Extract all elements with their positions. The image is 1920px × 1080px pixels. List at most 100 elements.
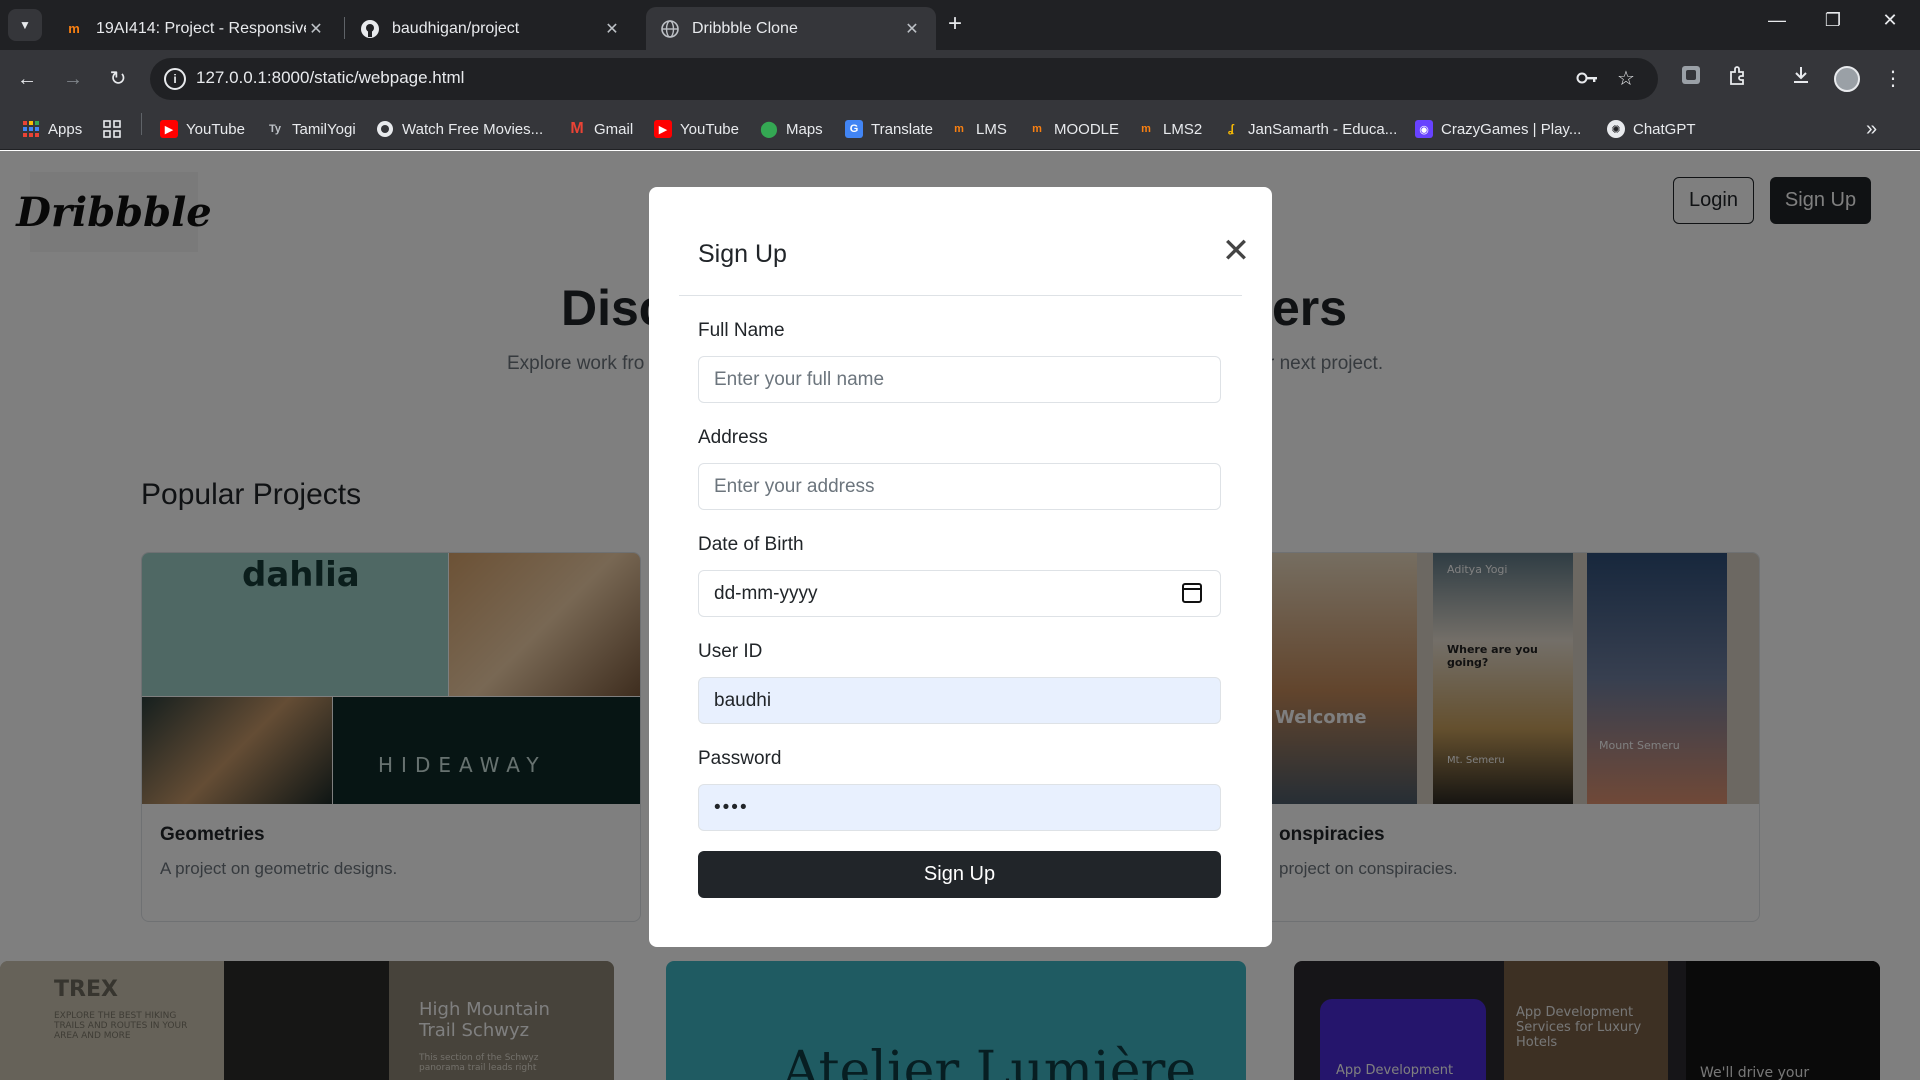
close-icon[interactable]: ✕ bbox=[902, 19, 922, 39]
bookmark-label: Watch Free Movies... bbox=[402, 120, 544, 138]
bookmark-label: MOODLE bbox=[1054, 120, 1120, 138]
tab-search-button[interactable]: ▼ bbox=[8, 9, 42, 41]
bookmark-maps[interactable]: ⬤ Maps bbox=[760, 118, 823, 140]
bookmark-label: Translate bbox=[871, 120, 933, 138]
bookmark-gmail[interactable]: M Gmail bbox=[568, 118, 633, 140]
close-icon[interactable]: ✕ bbox=[306, 19, 326, 39]
bookmark-tamilyogi[interactable]: Ty TamilYogi bbox=[266, 118, 356, 140]
github-icon bbox=[360, 19, 380, 39]
dob-input[interactable]: dd-mm-yyyy bbox=[698, 570, 1221, 617]
bookmark-lms2[interactable]: m LMS2 bbox=[1137, 118, 1202, 140]
moodle-icon: m bbox=[954, 123, 964, 135]
bookmark-label: TamilYogi bbox=[292, 120, 356, 138]
url-text: 127.0.0.1:8000/static/webpage.html bbox=[196, 68, 465, 87]
moodle-icon: m bbox=[68, 21, 80, 36]
bookmark-label: YouTube bbox=[680, 120, 739, 138]
address-placeholder: Enter your address bbox=[714, 475, 875, 497]
bookmark-jansamarth[interactable]: ʆ JanSamarth - Educa... bbox=[1222, 118, 1397, 140]
extension-puzzle-icon[interactable] bbox=[1676, 64, 1706, 94]
bookmark-youtube-2[interactable]: ▶ YouTube bbox=[654, 118, 739, 140]
bookmark-crazygames[interactable]: ◉ CrazyGames | Play... bbox=[1415, 118, 1581, 140]
tab-groups-icon[interactable] bbox=[103, 118, 121, 140]
browser-toolbar: ← → ↻ i 127.0.0.1:8000/static/webpage.ht… bbox=[0, 50, 1920, 108]
bookmark-watch-free-movies[interactable]: Watch Free Movies... bbox=[376, 118, 543, 140]
dob-placeholder: dd-mm-yyyy bbox=[714, 582, 818, 604]
bookmark-lms[interactable]: m LMS bbox=[950, 118, 1007, 140]
window-close-icon[interactable]: ✕ bbox=[1870, 10, 1910, 31]
bookmark-translate[interactable]: G Translate bbox=[845, 118, 933, 140]
close-icon[interactable]: ✕ bbox=[1221, 234, 1251, 268]
bookmarks-bar: Apps ▶ YouTube Ty TamilYogi Watch Free M… bbox=[0, 108, 1920, 150]
bookmark-label: LMS2 bbox=[1163, 120, 1203, 138]
profile-avatar[interactable] bbox=[1834, 66, 1860, 92]
address-bar[interactable]: i 127.0.0.1:8000/static/webpage.html ☆ bbox=[150, 58, 1658, 100]
dob-label: Date of Birth bbox=[698, 534, 804, 555]
bookmark-label: YouTube bbox=[186, 120, 245, 138]
youtube-icon: ▶ bbox=[160, 120, 178, 138]
gmail-icon: M bbox=[570, 120, 584, 137]
signup-submit-button[interactable]: Sign Up bbox=[698, 851, 1221, 898]
tamilyogi-icon: Ty bbox=[268, 123, 282, 135]
globe-icon bbox=[376, 120, 394, 138]
bookmark-chatgpt[interactable]: ✺ ChatGPT bbox=[1607, 118, 1696, 140]
user-id-input[interactable]: baudhi bbox=[698, 677, 1221, 724]
back-arrow-icon[interactable]: ← bbox=[12, 64, 42, 94]
bookmark-label: Gmail bbox=[594, 120, 634, 138]
moodle-icon: m bbox=[1141, 123, 1151, 135]
signup-modal: Sign Up ✕ Full Name Enter your full name… bbox=[649, 187, 1272, 947]
password-label: Password bbox=[698, 748, 782, 769]
user-id-label: User ID bbox=[698, 641, 763, 662]
bookmark-label: Apps bbox=[48, 120, 83, 138]
minimize-icon[interactable]: — bbox=[1757, 10, 1797, 31]
bookmark-label: CrazyGames | Play... bbox=[1441, 120, 1582, 138]
download-icon[interactable] bbox=[1786, 64, 1816, 94]
bookmark-apps[interactable]: Apps bbox=[22, 118, 82, 140]
password-value: •••• bbox=[714, 796, 749, 818]
full-name-placeholder: Enter your full name bbox=[714, 368, 885, 390]
moodle-icon: m bbox=[1032, 123, 1042, 135]
apps-grid-icon bbox=[22, 120, 40, 138]
translate-icon: G bbox=[845, 120, 863, 138]
calendar-icon[interactable] bbox=[1182, 583, 1202, 603]
modal-header: Sign Up ✕ bbox=[679, 187, 1250, 296]
map-pin-icon: ⬤ bbox=[760, 121, 778, 138]
kebab-menu-icon[interactable]: ⋮ bbox=[1878, 64, 1908, 94]
crazygames-icon: ◉ bbox=[1415, 120, 1433, 138]
tab-strip: ▼ m 19AI414: Project - Responsive W ✕ ba… bbox=[0, 0, 1920, 50]
tab-moodle[interactable]: m 19AI414: Project - Responsive W ✕ bbox=[50, 7, 340, 50]
bookmark-moodle[interactable]: m MOODLE bbox=[1028, 118, 1119, 140]
tab-title: 19AI414: Project - Responsive W bbox=[96, 19, 306, 37]
close-icon[interactable]: ✕ bbox=[602, 19, 622, 39]
password-input[interactable]: •••• bbox=[698, 784, 1221, 831]
new-tab-button[interactable]: + bbox=[948, 12, 962, 36]
modal-title: Sign Up bbox=[698, 240, 787, 268]
chatgpt-icon: ✺ bbox=[1607, 120, 1625, 138]
bookmarks-overflow-icon[interactable]: » bbox=[1866, 118, 1877, 140]
bookmark-separator bbox=[141, 113, 142, 135]
address-input[interactable]: Enter your address bbox=[698, 463, 1221, 510]
full-name-input[interactable]: Enter your full name bbox=[698, 356, 1221, 403]
bookmark-label: LMS bbox=[976, 120, 1007, 138]
extensions-icon[interactable] bbox=[1723, 64, 1753, 94]
full-name-label: Full Name bbox=[698, 320, 785, 341]
restore-icon[interactable]: ❐ bbox=[1813, 10, 1853, 31]
globe-icon bbox=[660, 19, 680, 39]
tab-github[interactable]: baudhigan/project ✕ bbox=[346, 7, 636, 50]
tab-title: Dribbble Clone bbox=[692, 19, 798, 37]
bookmark-star-icon[interactable]: ☆ bbox=[1617, 66, 1635, 91]
bookmark-label: Maps bbox=[786, 120, 823, 138]
address-label: Address bbox=[698, 427, 768, 448]
user-id-value: baudhi bbox=[714, 689, 772, 711]
tab-separator bbox=[344, 17, 345, 39]
tab-title: baudhigan/project bbox=[392, 19, 520, 37]
bookmark-youtube[interactable]: ▶ YouTube bbox=[160, 118, 245, 140]
bookmark-label: ChatGPT bbox=[1633, 120, 1696, 138]
bookmark-label: JanSamarth - Educa... bbox=[1248, 120, 1398, 138]
reload-icon[interactable]: ↻ bbox=[103, 64, 133, 94]
site-info-icon[interactable]: i bbox=[164, 68, 186, 90]
youtube-icon: ▶ bbox=[654, 120, 672, 138]
jansamarth-icon: ʆ bbox=[1228, 123, 1234, 135]
forward-arrow-icon[interactable]: → bbox=[58, 64, 88, 94]
password-key-icon[interactable] bbox=[1575, 66, 1599, 96]
tab-dribbble-clone[interactable]: Dribbble Clone ✕ bbox=[646, 7, 936, 50]
